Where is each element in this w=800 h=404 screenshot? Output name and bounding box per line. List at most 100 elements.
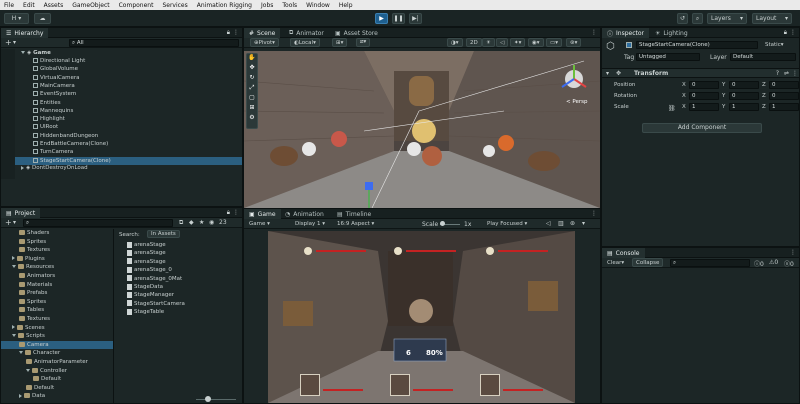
2d-toggle[interactable]: 2D xyxy=(466,38,482,47)
menu-file[interactable]: File xyxy=(4,2,14,9)
stats-icon[interactable]: ▥ xyxy=(558,220,564,227)
kebab-menu-icon[interactable]: ⋮ xyxy=(591,29,597,36)
expand-arrow-icon[interactable] xyxy=(19,351,23,355)
rotate-tool[interactable]: ↻ xyxy=(247,74,257,84)
gizmos-button[interactable]: ⊛▾ xyxy=(566,38,582,47)
lock-icon[interactable]: 🔒︎ xyxy=(227,209,230,217)
help-icon[interactable]: ? xyxy=(776,70,779,77)
zoom-slider-thumb[interactable] xyxy=(205,396,211,402)
kebab-menu-icon[interactable]: ⋮ xyxy=(233,29,239,36)
project-search-input[interactable]: ⌕ xyxy=(23,219,173,227)
transform-z-field[interactable]: 0 xyxy=(769,92,799,100)
menu-help[interactable]: Help xyxy=(339,2,353,9)
hierarchy-item[interactable]: TurnCamera xyxy=(1,148,242,156)
tab-asset-store[interactable]: ▣ Asset Store xyxy=(330,28,383,38)
tab-animator[interactable]: ⧉ Animator xyxy=(284,28,329,38)
menu-services[interactable]: Services xyxy=(162,2,187,9)
audio-mute-icon[interactable]: ◁ xyxy=(546,220,551,227)
hierarchy-item[interactable]: VirtualCamera xyxy=(1,74,242,82)
project-tree-item[interactable]: Textures xyxy=(1,246,113,254)
axis-label-z[interactable]: Z xyxy=(762,103,766,111)
kebab-menu-icon[interactable]: ⋮ xyxy=(233,209,239,216)
lighting-toggle[interactable]: ☀ xyxy=(482,38,495,47)
project-tree-item[interactable]: Camera xyxy=(1,340,113,349)
project-tree-item[interactable]: Default xyxy=(1,375,113,383)
project-tree-item[interactable]: Resources xyxy=(1,263,113,271)
menu-tools[interactable]: Tools xyxy=(282,2,297,9)
transform-y-field[interactable]: 0 xyxy=(729,92,759,100)
transform-y-field[interactable]: 1 xyxy=(729,103,759,111)
project-result-item[interactable]: StageData xyxy=(127,283,163,291)
pivot-dropdown[interactable]: ⊕ Pivot ▾ xyxy=(250,38,279,47)
project-tree-item[interactable]: Scenes xyxy=(1,324,113,332)
hierarchy-item[interactable]: EventSystem xyxy=(1,90,242,98)
layers-dropdown[interactable]: Layers ▾ xyxy=(707,13,747,24)
hierarchy-item[interactable]: HiddenbandDungeon xyxy=(1,132,242,140)
project-result-item[interactable]: StageTable xyxy=(127,308,164,316)
aspect-dropdown[interactable]: 16:9 Aspect ▾ xyxy=(334,219,377,228)
menu-component[interactable]: Component xyxy=(119,2,154,9)
local-dropdown[interactable]: ◐ Local ▾ xyxy=(290,38,320,47)
add-button[interactable]: + xyxy=(5,218,12,228)
rect-tool[interactable]: ▢ xyxy=(247,94,257,104)
expand-arrow-icon[interactable] xyxy=(12,256,15,261)
transform-x-field[interactable]: 0 xyxy=(689,81,719,89)
search-button[interactable]: ⌕ xyxy=(692,13,703,24)
add-component-button[interactable]: Add Component xyxy=(642,123,762,133)
kebab-menu-icon[interactable]: ⋮ xyxy=(790,29,796,36)
project-tree-item[interactable]: Materials xyxy=(1,281,113,289)
shading-mode-button[interactable]: ◑▾ xyxy=(447,38,463,47)
layout-dropdown[interactable]: Layout ▾ xyxy=(752,13,792,24)
search-input[interactable]: ⌕ All xyxy=(69,39,239,47)
tab-inspector[interactable]: ⓘ Inspector xyxy=(602,28,650,38)
axis-label-z[interactable]: Z xyxy=(762,81,766,89)
collapse-toggle[interactable]: Collapse xyxy=(632,258,664,267)
audio-toggle[interactable]: ◁ xyxy=(496,38,509,47)
project-tree-item[interactable]: Scripts xyxy=(1,332,113,340)
chevron-down-icon[interactable]: ▾ xyxy=(13,39,16,46)
expand-arrow-icon[interactable] xyxy=(26,368,30,372)
eye-icon[interactable]: ◉ xyxy=(209,219,214,226)
console-search-input[interactable]: ⌕ xyxy=(670,259,750,267)
grid-snap-button[interactable]: ⊞▾ xyxy=(332,38,348,47)
gizmos-icon[interactable]: ⊛ xyxy=(570,220,575,227)
transform-x-field[interactable]: 0 xyxy=(689,92,719,100)
hierarchy-item[interactable]: Directional Light xyxy=(1,57,242,65)
camera-settings-button[interactable]: ▭▾ xyxy=(546,38,562,47)
project-tree-item[interactable]: Prefabs xyxy=(1,289,113,297)
dont-destroy-root[interactable]: ◈ DontDestroyOnLoad xyxy=(21,164,88,172)
axis-label-x[interactable]: X xyxy=(682,92,686,100)
kebab-menu-icon[interactable]: ⋮ xyxy=(792,70,798,77)
preset-icon[interactable]: ⇌ xyxy=(784,70,789,77)
info-count-toggle[interactable]: ⓘ0 xyxy=(754,259,764,268)
party-member-card[interactable] xyxy=(480,374,500,396)
project-result-item[interactable]: arenaStage xyxy=(127,241,166,249)
transform-tool[interactable]: ⊞ xyxy=(247,104,257,114)
menu-assets[interactable]: Assets xyxy=(44,2,64,9)
transform-x-field[interactable]: 1 xyxy=(689,103,719,111)
project-tree-item[interactable]: Sprites xyxy=(1,238,113,246)
axis-label-y[interactable]: Y xyxy=(722,103,725,111)
expand-arrow-icon[interactable] xyxy=(12,334,16,338)
axis-label-y[interactable]: Y xyxy=(722,92,725,100)
project-tree-item[interactable]: Textures xyxy=(1,315,113,323)
hierarchy-item[interactable]: MainCamera xyxy=(1,82,242,90)
static-dropdown[interactable]: Static ▾ xyxy=(762,40,787,49)
scene-root[interactable]: ◈ Game xyxy=(21,49,51,57)
lock-icon[interactable]: 🔒︎ xyxy=(227,29,230,37)
scale-slider-thumb[interactable] xyxy=(440,221,445,226)
add-button[interactable]: + xyxy=(5,38,12,48)
hierarchy-item[interactable]: GlobalVolume xyxy=(1,65,242,73)
display-dropdown[interactable]: Display 1 ▾ xyxy=(292,219,328,228)
project-result-item[interactable]: StageStartCamera xyxy=(127,300,185,308)
play-button[interactable]: ▶ xyxy=(375,13,388,24)
clear-dropdown[interactable]: Clear ▾ xyxy=(604,258,627,267)
chevron-down-icon[interactable]: ▾ xyxy=(582,220,585,227)
project-tree-item[interactable]: Sprites xyxy=(1,298,113,306)
move-tool[interactable]: ✥ xyxy=(247,64,257,74)
effects-toggle[interactable]: ✦▾ xyxy=(510,38,526,47)
warning-count-toggle[interactable]: ⚠0 xyxy=(769,259,778,266)
chevron-down-icon[interactable]: ▾ xyxy=(13,219,16,226)
zoom-slider-track[interactable] xyxy=(196,399,236,400)
layer-dropdown[interactable]: Default xyxy=(730,53,796,61)
